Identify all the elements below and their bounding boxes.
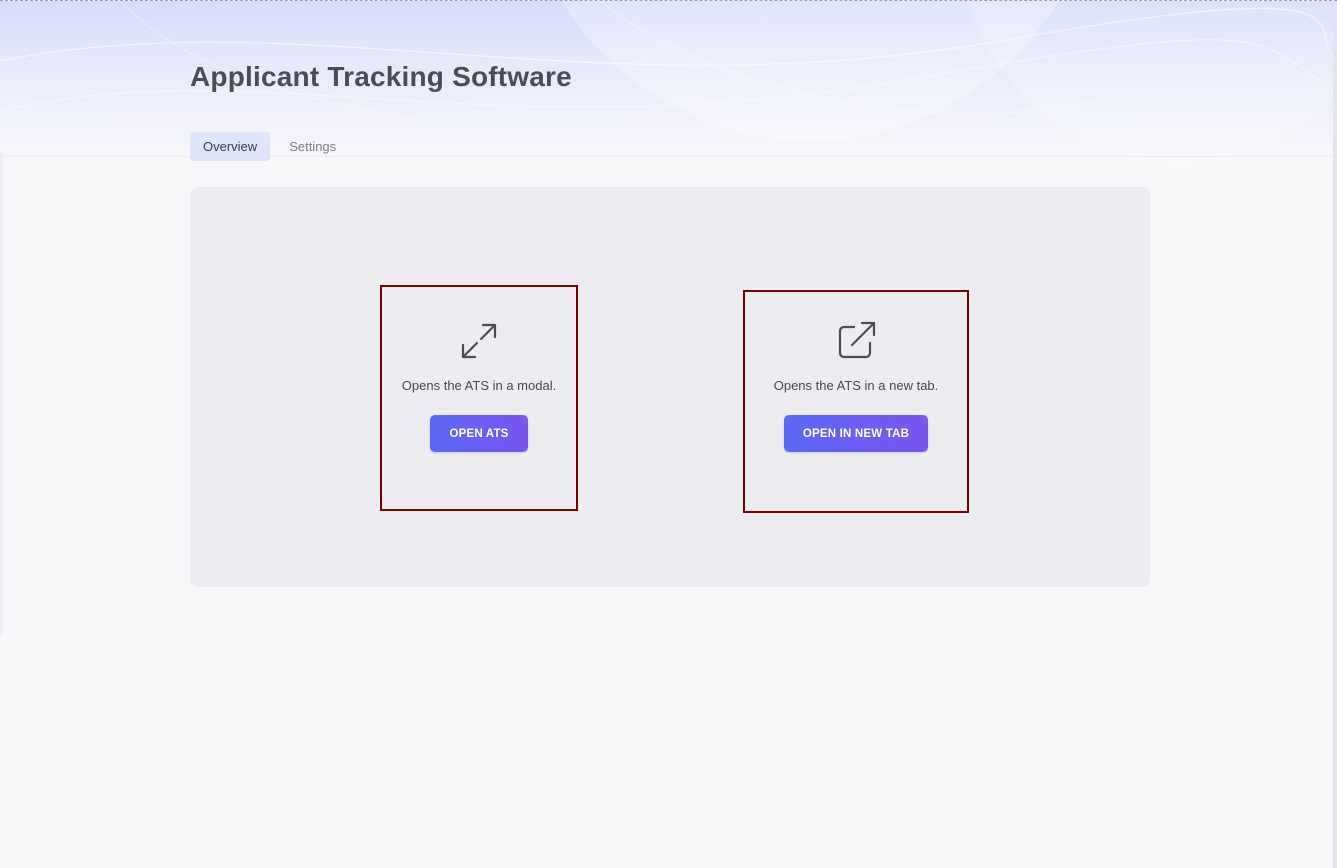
open-new-tab-description: Opens the ATS in a new tab. [773,378,939,393]
scrollbar-track[interactable] [1333,1,1337,868]
page-title: Applicant Tracking Software [190,61,572,92]
external-link-icon [838,321,876,359]
open-ats-button[interactable]: OPEN ATS [430,415,528,452]
tab-settings[interactable]: Settings [276,132,349,161]
overview-panel: Opens the ATS in a modal. OPEN ATS Opens… [190,187,1150,587]
open-in-new-tab-button[interactable]: OPEN IN NEW TAB [783,415,929,452]
open-new-tab-option: Opens the ATS in a new tab. OPEN IN NEW … [743,290,969,513]
expand-arrows-icon [461,323,497,359]
tab-bar: Overview Settings [190,132,349,161]
open-modal-description: Opens the ATS in a modal. [401,378,557,393]
open-modal-option: Opens the ATS in a modal. OPEN ATS [380,285,578,511]
page: Applicant Tracking Software Overview Set… [0,0,1337,868]
left-edge-decoration [0,151,3,636]
tab-overview[interactable]: Overview [190,132,271,161]
